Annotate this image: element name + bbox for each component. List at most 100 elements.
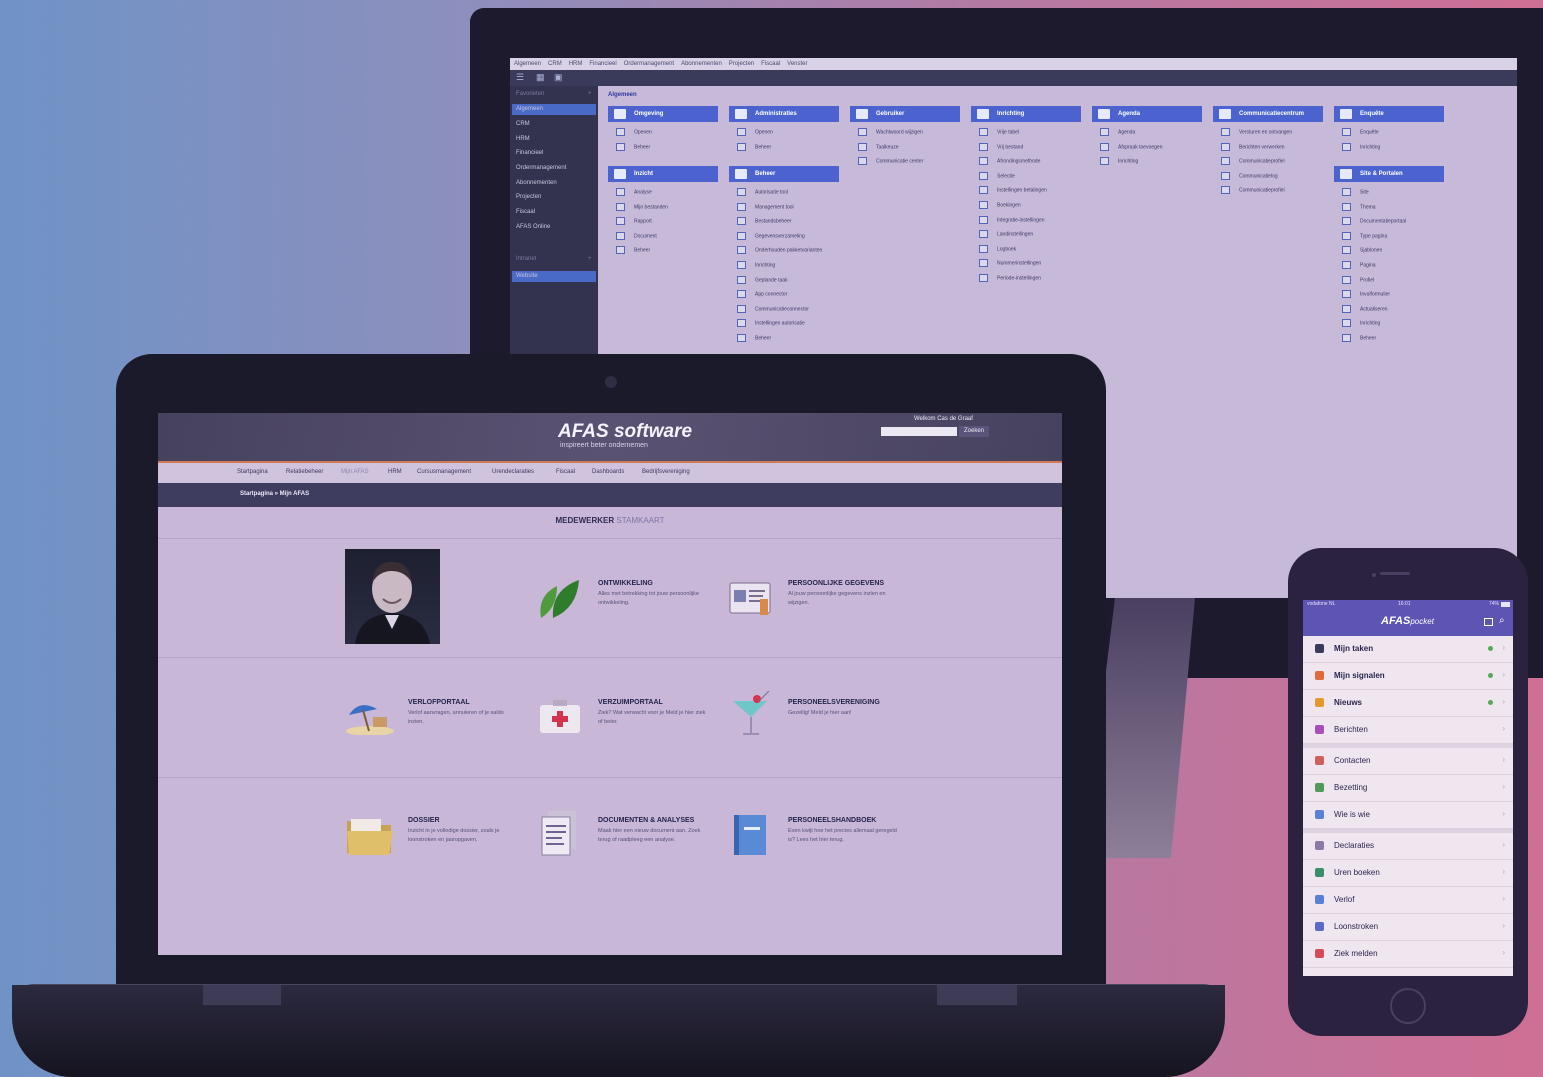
tile-row[interactable]: Invulformulier: [1342, 290, 1390, 299]
tile-row[interactable]: Versturen en ontvangen: [1221, 128, 1292, 136]
tile-header[interactable]: Inrichting: [971, 106, 1081, 122]
search-input[interactable]: [881, 427, 957, 436]
nav-item-cursusmanagement[interactable]: Cursusmanagement: [417, 469, 471, 475]
tile-row[interactable]: Bestandsbeheer: [737, 217, 791, 226]
book-icon[interactable]: [732, 813, 770, 862]
breadcrumb[interactable]: Startpagina » Mijn AFAS: [240, 491, 309, 497]
search-icon[interactable]: ⌕: [1499, 615, 1505, 626]
tile-row[interactable]: Logboek: [979, 244, 1016, 253]
sidebar-item[interactable]: Abonnementen: [516, 180, 557, 186]
tile-row[interactable]: Sjablonen: [1342, 246, 1382, 255]
tile-header[interactable]: Enquête: [1334, 106, 1444, 122]
tile-row[interactable]: Thema: [1342, 202, 1376, 211]
tile-row[interactable]: Beheer: [616, 246, 650, 255]
card-title[interactable]: PERSOONLIJKE GEGEVENS: [788, 580, 884, 587]
menu-item-contacten[interactable]: Contacten ›: [1303, 748, 1513, 775]
sidebar-item[interactable]: AFAS Online: [516, 224, 550, 230]
card-title[interactable]: PERSONEELSVERENIGING: [788, 699, 880, 706]
tile-header[interactable]: Administraties: [729, 106, 839, 122]
cocktail-icon[interactable]: [731, 690, 771, 744]
sidebar-item[interactable]: Fiscaal: [516, 209, 535, 215]
tile-row[interactable]: Communicatieprofiel: [1221, 186, 1285, 195]
tile-row[interactable]: Gegevensverzameling: [737, 231, 805, 240]
tile-header[interactable]: Site & Portalen: [1334, 166, 1444, 182]
tile-row[interactable]: Integratie-instellingen: [979, 215, 1045, 224]
tile-row[interactable]: Vrije tabel: [979, 128, 1019, 136]
tile-row[interactable]: Autorisatie tool: [737, 188, 788, 196]
tile-row[interactable]: Openen: [737, 128, 773, 136]
welcome-user[interactable]: Welkom Cas de Graaf: [914, 416, 973, 422]
tile-row[interactable]: Pagina: [1342, 261, 1376, 269]
card-title[interactable]: PERSONEELSHANDBOEK: [788, 817, 876, 824]
tile-row[interactable]: Afrondingsmethode: [979, 157, 1040, 166]
menu-icon[interactable]: ☰: [516, 72, 524, 83]
tile-row[interactable]: Instellingen betalingen: [979, 186, 1047, 195]
tile-header[interactable]: Communicatiecentrum: [1213, 106, 1323, 122]
folder-icon[interactable]: [345, 815, 395, 862]
document-icon[interactable]: [540, 809, 580, 862]
tile-row[interactable]: Boekingen: [979, 201, 1021, 209]
sidebar-item[interactable]: CRM: [516, 121, 530, 127]
tile-row[interactable]: Instellingen autorisatie: [737, 319, 805, 328]
add-favorite-icon[interactable]: +: [588, 91, 592, 97]
menu-item[interactable]: Ordermanagement: [624, 61, 674, 67]
tile-row[interactable]: Communicatieconnector: [737, 304, 809, 313]
tile-row[interactable]: Inrichting: [1342, 319, 1380, 328]
menu-item[interactable]: Projecten: [729, 61, 754, 67]
sidebar-item[interactable]: Financieel: [516, 150, 543, 156]
menu-item-nieuws[interactable]: Nieuws ›: [1303, 690, 1513, 717]
nav-item-mijn-afas[interactable]: Mijn AFAS: [341, 469, 369, 475]
menu-item-mijn-signalen[interactable]: Mijn signalen ›: [1303, 663, 1513, 690]
tile-row[interactable]: Document: [616, 231, 657, 240]
tile-header[interactable]: Beheer: [729, 166, 839, 182]
tile-row[interactable]: Enquête: [1342, 128, 1379, 136]
tile-row[interactable]: Beheer: [1342, 334, 1376, 342]
tile-row[interactable]: Agenda: [1100, 128, 1135, 136]
search-button[interactable]: Zoeken: [959, 426, 989, 437]
tile-row[interactable]: Documentatieportaal: [1342, 217, 1406, 226]
first-aid-icon[interactable]: [538, 699, 582, 740]
afas-logo[interactable]: AFAS software: [558, 421, 692, 443]
tile-row[interactable]: Mijn bestanden: [616, 202, 668, 211]
menu-item[interactable]: Financieel: [589, 61, 616, 67]
tile-row[interactable]: Landinstellingen: [979, 230, 1033, 239]
card-title[interactable]: VERLOFPORTAAL: [408, 699, 470, 706]
nav-item-hrm[interactable]: HRM: [388, 469, 402, 475]
grid-icon[interactable]: ▦: [536, 72, 545, 83]
card-title[interactable]: ONTWIKKELING: [598, 580, 653, 587]
calendar-icon[interactable]: [1484, 618, 1493, 626]
tile-row[interactable]: Analyse: [616, 188, 652, 196]
card-title[interactable]: VERZUIMPORTAAL: [598, 699, 663, 706]
tile-row[interactable]: Beheer: [737, 334, 771, 342]
home-button[interactable]: [1390, 988, 1426, 1024]
menu-item[interactable]: Abonnementen: [681, 61, 722, 67]
tile-row[interactable]: Rapport: [616, 217, 652, 226]
menu-item-uren-boeken[interactable]: Uren boeken ›: [1303, 860, 1513, 887]
nav-item-dashboards[interactable]: Dashboards: [592, 469, 624, 475]
tile-row[interactable]: Periode-instellingen: [979, 274, 1041, 282]
menu-item[interactable]: HRM: [569, 61, 583, 67]
sidebar-item[interactable]: Algemeen: [516, 106, 543, 112]
tile-row[interactable]: Wachtwoord wijzigen: [858, 128, 923, 136]
tile-row[interactable]: Geplande taak: [737, 275, 788, 284]
beach-icon[interactable]: [345, 693, 395, 740]
tile-row[interactable]: Beheer: [737, 142, 771, 151]
nav-item-startpagina[interactable]: Startpagina: [237, 469, 268, 475]
nav-item-fiscaal[interactable]: Fiscaal: [556, 469, 575, 475]
tile-header[interactable]: Agenda: [1092, 106, 1202, 122]
tile-row[interactable]: Taalkeuze: [858, 142, 899, 151]
menu-item-ziek-melden[interactable]: Ziek melden ›: [1303, 941, 1513, 968]
tile-row[interactable]: Communicatieprofiel: [1221, 157, 1285, 166]
tile-row[interactable]: Inrichting: [1100, 157, 1138, 166]
menu-item[interactable]: Fiscaal: [761, 61, 780, 67]
leaf-icon[interactable]: [537, 578, 581, 625]
tile-row[interactable]: Inrichting: [1342, 142, 1380, 151]
tile-row[interactable]: Vrij bestand: [979, 142, 1023, 151]
tile-row[interactable]: Openen: [616, 128, 652, 136]
tile-row[interactable]: Actualiseren: [1342, 304, 1388, 313]
tile-row[interactable]: Selectie: [979, 171, 1015, 180]
menu-item-verlof[interactable]: Verlof ›: [1303, 887, 1513, 914]
menu-item-bezetting[interactable]: Bezetting ›: [1303, 775, 1513, 802]
tile-row[interactable]: Onderhouden pakketvarianten: [737, 246, 822, 255]
sidebar-item[interactable]: Ordermanagement: [516, 165, 566, 171]
